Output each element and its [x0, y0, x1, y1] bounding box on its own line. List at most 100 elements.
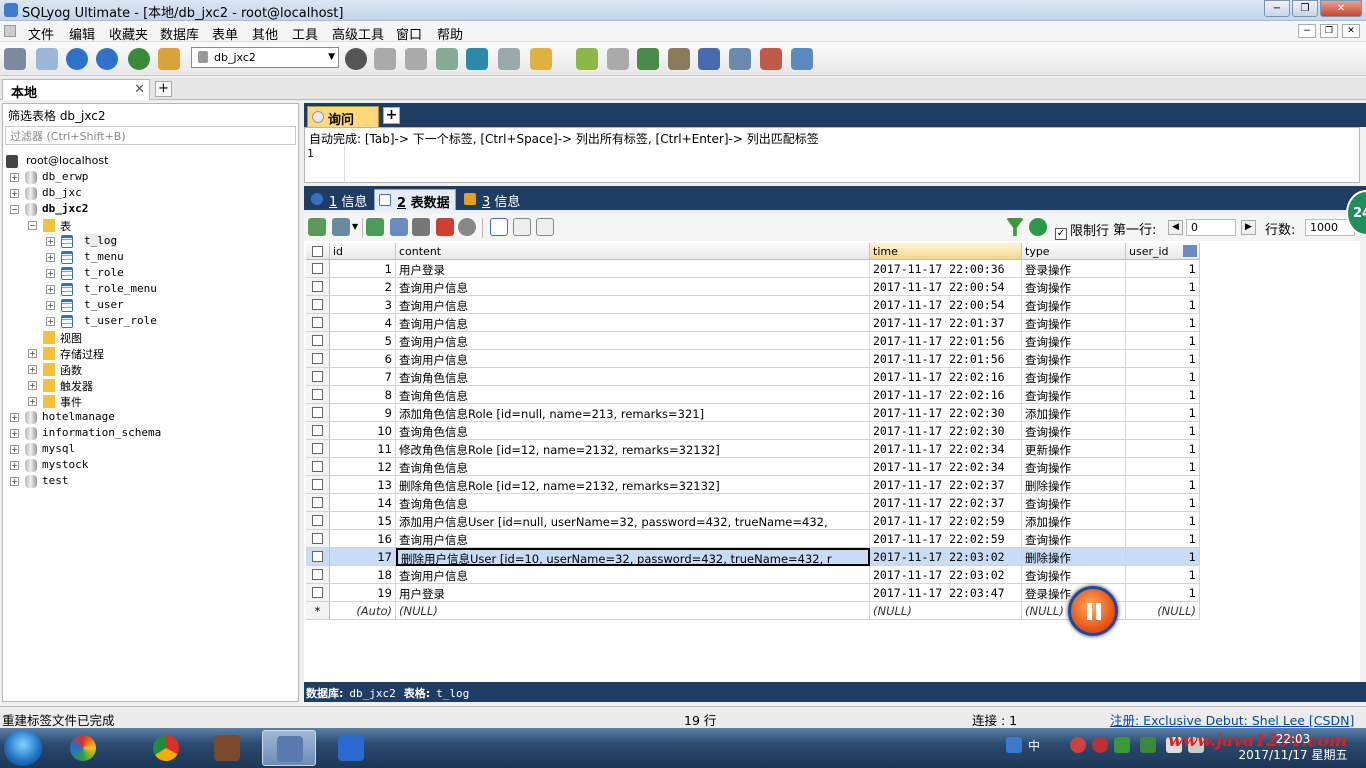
- cell-type[interactable]: 查询操作: [1022, 314, 1126, 332]
- next-page-button[interactable]: ▶: [1241, 220, 1256, 235]
- filter-icon[interactable]: [1006, 218, 1024, 236]
- cell-content[interactable]: 查询角色信息: [396, 368, 870, 386]
- expand-icon[interactable]: +: [46, 269, 55, 278]
- cell-time[interactable]: 2017-11-17 22:02:37: [870, 476, 1022, 494]
- expand-icon[interactable]: +: [10, 445, 19, 454]
- cell-content[interactable]: 查询角色信息: [396, 494, 870, 512]
- user-manager-icon[interactable]: [345, 48, 367, 70]
- search-icon[interactable]: [1006, 737, 1022, 753]
- cell-id[interactable]: 18: [330, 566, 396, 584]
- expand-icon[interactable]: +: [28, 381, 37, 390]
- row-checkbox[interactable]: [312, 551, 323, 562]
- migration-icon[interactable]: [668, 48, 690, 70]
- cell-user_id[interactable]: 1: [1126, 368, 1200, 386]
- expand-icon[interactable]: +: [46, 237, 55, 246]
- cell-user_id[interactable]: 1: [1126, 296, 1200, 314]
- cell-type[interactable]: 登录操作: [1022, 260, 1126, 278]
- collapse-icon[interactable]: −: [28, 221, 37, 230]
- cell-type[interactable]: 查询操作: [1022, 494, 1126, 512]
- cell-content[interactable]: 用户登录: [396, 260, 870, 278]
- cell-user_id[interactable]: 1: [1126, 422, 1200, 440]
- query-builder-icon[interactable]: [760, 48, 782, 70]
- cell-type[interactable]: 查询操作: [1022, 458, 1126, 476]
- table-row[interactable]: 2 查询用户信息 2017-11-17 22:00:54 查询操作 1: [304, 278, 1360, 296]
- taskbar-app-sqlyog[interactable]: [262, 730, 316, 766]
- row-select-cell[interactable]: [306, 566, 330, 584]
- add-query-tab-button[interactable]: +: [383, 107, 400, 124]
- cell-content[interactable]: 删除用户信息User [id=10, userName=32, password…: [396, 548, 870, 566]
- row-select-cell[interactable]: [306, 314, 330, 332]
- row-checkbox[interactable]: [312, 569, 323, 580]
- column-header-content[interactable]: content: [396, 243, 870, 260]
- row-checkbox[interactable]: [312, 335, 323, 346]
- cell-type[interactable]: 删除操作: [1022, 476, 1126, 494]
- cell-type[interactable]: 添加操作: [1022, 512, 1126, 530]
- new-row-cell-id[interactable]: (Auto): [330, 602, 396, 620]
- cell-type[interactable]: 查询操作: [1022, 386, 1126, 404]
- column-header-type[interactable]: type: [1022, 243, 1126, 260]
- security-icon[interactable]: [1140, 737, 1156, 753]
- cell-id[interactable]: 16: [330, 530, 396, 548]
- taskbar-app-javaee[interactable]: [200, 730, 254, 766]
- menu-table[interactable]: 表单: [212, 24, 238, 43]
- cell-id[interactable]: 4: [330, 314, 396, 332]
- column-menu-icon[interactable]: [1183, 245, 1197, 257]
- duplicate-row-icon[interactable]: [390, 218, 408, 236]
- row-select-cell[interactable]: [306, 350, 330, 368]
- column-header-id[interactable]: id: [330, 243, 396, 260]
- cell-time[interactable]: 2017-11-17 22:02:16: [870, 386, 1022, 404]
- cell-user_id[interactable]: 1: [1126, 512, 1200, 530]
- cell-id[interactable]: 5: [330, 332, 396, 350]
- cell-content[interactable]: 查询用户信息: [396, 296, 870, 314]
- expand-icon[interactable]: +: [28, 349, 37, 358]
- cell-content[interactable]: 添加角色信息Role [id=null, name=213, remarks=3…: [396, 404, 870, 422]
- add-connection-tab-button[interactable]: +: [155, 81, 172, 97]
- table-row[interactable]: 15 添加用户信息User [id=null, userName=32, pass…: [304, 512, 1360, 530]
- taskbar-app-chrome[interactable]: [139, 730, 193, 766]
- cell-content[interactable]: 用户登录: [396, 584, 870, 602]
- row-checkbox[interactable]: [312, 497, 323, 508]
- table-row[interactable]: 5 查询用户信息 2017-11-17 22:01:56 查询操作 1: [304, 332, 1360, 350]
- cell-time[interactable]: 2017-11-17 22:00:36: [870, 260, 1022, 278]
- row-checkbox[interactable]: [312, 443, 323, 454]
- row-checkbox[interactable]: [312, 533, 323, 544]
- cell-user_id[interactable]: 1: [1126, 530, 1200, 548]
- row-checkbox[interactable]: [312, 425, 323, 436]
- row-select-cell[interactable]: [306, 494, 330, 512]
- compare-icon[interactable]: [637, 48, 659, 70]
- menu-file[interactable]: 文件: [28, 24, 54, 43]
- row-select-cell[interactable]: [306, 278, 330, 296]
- execute-query-icon[interactable]: [66, 48, 88, 70]
- clock[interactable]: 22:03 2017/11/17 星期五: [1238, 731, 1348, 763]
- new-row-cell-time[interactable]: (NULL): [870, 602, 1022, 620]
- filter-input[interactable]: 过滤器 (Ctrl+Shift+B): [5, 126, 296, 145]
- cell-type[interactable]: 查询操作: [1022, 368, 1126, 386]
- cell-content[interactable]: 修改角色信息Role [id=12, name=2132, remarks=32…: [396, 440, 870, 458]
- taskbar-app-pinwheel[interactable]: [56, 730, 110, 766]
- maximize-button[interactable]: ❐: [1292, 0, 1318, 17]
- expand-icon[interactable]: +: [10, 429, 19, 438]
- pause-recording-button[interactable]: [1068, 586, 1118, 636]
- cell-id[interactable]: 10: [330, 422, 396, 440]
- table-row[interactable]: 6 查询用户信息 2017-11-17 22:01:56 查询操作 1: [304, 350, 1360, 368]
- scheduler-icon[interactable]: [698, 48, 720, 70]
- registration-link[interactable]: 注册: Exclusive Debut: Shel Lee [CSDN]: [1110, 710, 1354, 729]
- delete-icon[interactable]: [436, 218, 454, 236]
- tray-app-icon[interactable]: [1092, 737, 1108, 753]
- cell-id[interactable]: 2: [330, 278, 396, 296]
- row-select-cell[interactable]: [306, 332, 330, 350]
- cell-id[interactable]: 6: [330, 350, 396, 368]
- row-select-cell[interactable]: [306, 440, 330, 458]
- column-header-time[interactable]: time: [870, 243, 1022, 260]
- row-checkbox[interactable]: [312, 353, 323, 364]
- row-select-cell[interactable]: [306, 584, 330, 602]
- start-button[interactable]: [4, 730, 42, 766]
- cell-type[interactable]: 查询操作: [1022, 332, 1126, 350]
- cell-time[interactable]: 2017-11-17 22:02:16: [870, 368, 1022, 386]
- row-checkbox[interactable]: [312, 317, 323, 328]
- cell-content[interactable]: 查询用户信息: [396, 314, 870, 332]
- tray-app-icon[interactable]: [1114, 737, 1130, 753]
- text-view-icon[interactable]: [536, 218, 554, 236]
- row-select-cell[interactable]: [306, 368, 330, 386]
- connect-icon[interactable]: [4, 48, 26, 70]
